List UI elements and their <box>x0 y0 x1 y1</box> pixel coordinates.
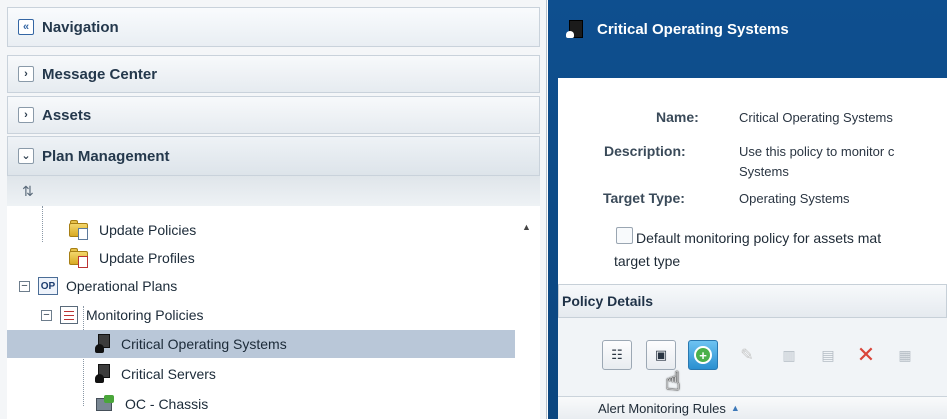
enable-icon: ▥ <box>782 346 796 363</box>
edit-rule-button[interactable]: ✎ <box>732 340 762 370</box>
add-icon: + <box>694 346 712 364</box>
tree-item-label: Critical Operating Systems <box>121 336 287 352</box>
accordion-message-center[interactable]: › Message Center <box>7 55 540 93</box>
name-value: Critical Operating Systems <box>739 110 893 125</box>
threshold-icon: ☷ <box>611 347 623 362</box>
delete-rule-button[interactable]: ✕ <box>851 340 881 370</box>
copy-rule-button[interactable]: ▦ <box>890 340 920 370</box>
tree-item-oc-chassis[interactable]: OC - Chassis <box>7 390 515 418</box>
pencil-icon: ✎ <box>740 347 754 364</box>
sort-ascending-icon[interactable]: ▲ <box>731 403 740 413</box>
profile-folder-icon <box>69 248 91 268</box>
accordion-label: Assets <box>42 106 92 124</box>
detail-header: Critical Operating Systems <box>548 0 947 58</box>
collapse-icon[interactable]: − <box>19 280 30 292</box>
server-user-icon <box>95 364 111 384</box>
chassis-check-icon <box>95 395 115 413</box>
tree-toolbar: ⇅ <box>7 176 540 206</box>
navigation-header: « Navigation <box>7 7 540 47</box>
server-user-icon <box>95 334 111 354</box>
chevron-right-icon[interactable]: › <box>18 66 34 82</box>
rule-icon: ▣ <box>654 347 668 362</box>
accordion-label: Message Center <box>42 65 158 83</box>
policy-folder-icon <box>69 220 91 240</box>
scroll-up-icon[interactable]: ▲ <box>522 222 531 232</box>
accordion-label: Plan Management <box>42 147 170 165</box>
tree-item-critical-operating-systems[interactable]: Critical Operating Systems <box>7 330 515 358</box>
tree-item-label: Update Profiles <box>99 250 195 266</box>
chevron-right-icon[interactable]: › <box>18 107 34 123</box>
refresh-icon[interactable]: ⇅ <box>22 183 34 200</box>
disable-icon: ▤ <box>821 346 835 363</box>
hand-cursor-icon: ☝ <box>665 366 681 396</box>
default-policy-checkbox[interactable] <box>616 227 633 244</box>
policy-details-header[interactable]: Policy Details <box>558 284 947 318</box>
navigation-panel: « Navigation › Message Center › Assets ⌄… <box>0 0 547 419</box>
double-chevron-left-icon[interactable]: « <box>18 19 34 35</box>
disable-rule-button[interactable]: ▤ <box>813 340 843 370</box>
operational-plan-icon: OP <box>38 277 58 295</box>
enable-rule-button[interactable]: ▥ <box>774 340 804 370</box>
tree-item-label: Operational Plans <box>66 278 178 294</box>
accordion-assets[interactable]: › Assets <box>7 96 540 134</box>
tree-item-monitoring-policies[interactable]: − Monitoring Policies <box>7 301 515 329</box>
tree-item-critical-servers[interactable]: Critical Servers <box>7 360 515 388</box>
tree-item-label: Critical Servers <box>121 366 216 382</box>
copy-icon: ▦ <box>898 346 912 363</box>
detail-title: Critical Operating Systems <box>597 20 789 38</box>
detail-panel: Critical Operating Systems Name: Critica… <box>548 0 947 419</box>
name-label: Name: <box>656 109 699 125</box>
rules-toolbar: ☷ ▣ + ✎ ▥ ▤ ✕ ▦ <box>558 318 947 396</box>
column-header-alert-monitoring-rules[interactable]: Alert Monitoring Rules <box>598 401 726 416</box>
default-policy-label: Default monitoring policy for assets mat <box>636 230 882 246</box>
add-rule-button[interactable]: + <box>688 340 718 370</box>
tree-item-label: OC - Chassis <box>125 396 209 412</box>
plan-tree: ▲ Update Policies Update Profiles − OP O… <box>7 206 540 419</box>
edit-thresholds-button[interactable]: ☷ <box>602 340 632 370</box>
app-root: « Navigation › Message Center › Assets ⌄… <box>0 0 947 419</box>
collapse-icon[interactable]: − <box>41 309 52 321</box>
description-label: Description: <box>604 143 686 159</box>
navigation-title: Navigation <box>42 18 119 36</box>
rules-table-header[interactable]: Alert Monitoring Rules ▲ <box>558 396 947 419</box>
description-value-cont: Systems <box>739 164 789 179</box>
chevron-down-icon[interactable]: ⌄ <box>18 148 34 164</box>
target-type-value: Operating Systems <box>739 191 850 206</box>
tree-item-operational-plans[interactable]: − OP Operational Plans <box>7 272 515 300</box>
detail-body: Name: Critical Operating Systems Descrip… <box>558 78 947 419</box>
checklist-icon <box>60 306 78 324</box>
target-type-label: Target Type: <box>603 190 685 206</box>
tree-item-update-profiles[interactable]: Update Profiles <box>7 244 515 272</box>
policy-details-title: Policy Details <box>562 293 654 309</box>
accordion-plan-management[interactable]: ⌄ Plan Management <box>7 136 540 176</box>
tree-item-label: Monitoring Policies <box>86 307 204 323</box>
delete-icon: ✕ <box>856 342 876 367</box>
tree-item-label: Update Policies <box>99 222 197 238</box>
tree-item-update-policies[interactable]: Update Policies <box>7 216 515 244</box>
default-policy-label-cont: target type <box>614 253 681 269</box>
server-user-icon <box>566 20 583 38</box>
description-value: Use this policy to monitor c <box>739 144 895 159</box>
